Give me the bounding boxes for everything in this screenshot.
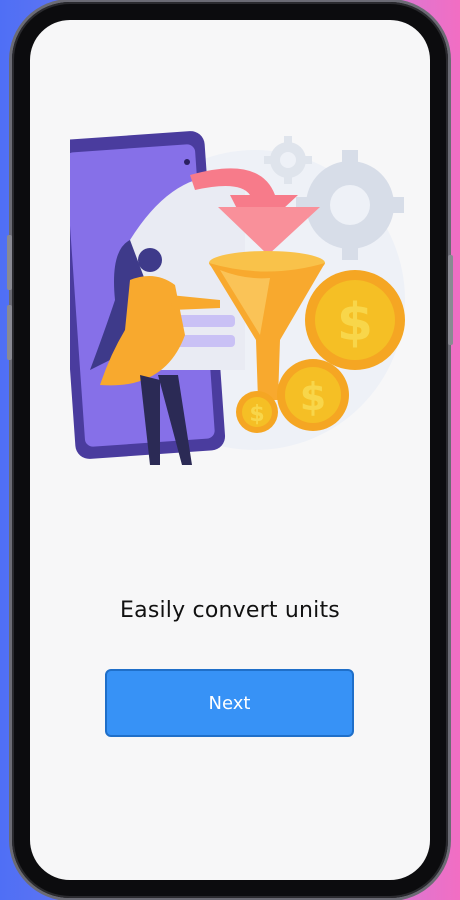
power-button <box>448 255 453 345</box>
onboarding-headline: Easily convert units <box>120 598 340 623</box>
app-screen: $ $ $ Easily convert units Next <box>30 20 430 880</box>
next-button-label: Next <box>208 692 251 714</box>
next-button[interactable]: Next <box>105 669 354 737</box>
volume-up-button <box>7 235 12 290</box>
onboarding-illustration: $ $ $ <box>70 131 405 465</box>
dollar-coin-icon: $ <box>236 391 278 433</box>
svg-text:$: $ <box>337 293 373 353</box>
dollar-coin-icon: $ <box>305 270 405 370</box>
svg-text:$: $ <box>300 375 326 419</box>
volume-down-button <box>7 305 12 360</box>
dollar-coin-icon: $ <box>277 359 349 431</box>
svg-text:$: $ <box>249 402 264 427</box>
